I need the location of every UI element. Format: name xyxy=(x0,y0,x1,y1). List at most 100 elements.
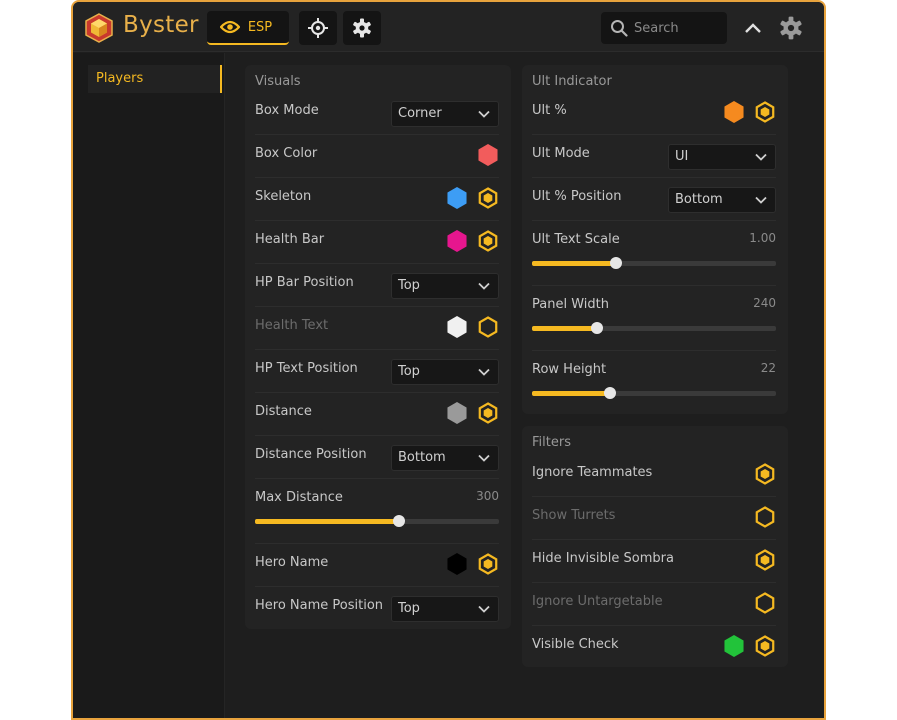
color-swatch[interactable] xyxy=(446,229,468,253)
search-box[interactable] xyxy=(601,12,727,44)
setting-row-ult-pct-position: Ult % Position Bottom xyxy=(532,178,776,221)
toggle-off-icon[interactable] xyxy=(754,591,776,615)
slider-fill xyxy=(532,261,617,266)
setting-label: Health Bar xyxy=(255,232,325,247)
search-input[interactable] xyxy=(634,20,722,36)
row-controls xyxy=(446,315,499,339)
setting-label: Panel Width xyxy=(532,297,609,312)
search-icon xyxy=(611,20,628,37)
dropdown-select[interactable]: Bottom xyxy=(391,445,499,471)
row-controls xyxy=(446,401,499,425)
toggle-on-icon[interactable] xyxy=(754,548,776,572)
setting-label: Ignore Untargetable xyxy=(532,594,663,609)
setting-row-row-height: Row Height 22 xyxy=(532,351,776,416)
toggle-on-icon[interactable] xyxy=(477,229,499,253)
dropdown-value: UI xyxy=(675,149,689,164)
visuals-title: Visuals xyxy=(255,74,301,89)
setting-row-ignore-teammates: Ignore Teammates xyxy=(532,454,776,497)
settings-gear-icon[interactable] xyxy=(779,16,803,40)
row-controls xyxy=(446,186,499,210)
tab-esp-label: ESP xyxy=(247,19,273,35)
slider-handle[interactable] xyxy=(604,387,617,399)
slider-handle[interactable] xyxy=(610,257,623,269)
setting-label: Health Text xyxy=(255,318,329,333)
setting-row-hero-name-position: Hero Name Position Top xyxy=(255,587,499,630)
setting-row-hero-name: Hero Name xyxy=(255,544,499,587)
dropdown-select[interactable]: UI xyxy=(668,144,776,170)
brand-name: Byster xyxy=(123,12,199,38)
slider-fill xyxy=(532,391,611,396)
setting-row-skeleton: Skeleton xyxy=(255,178,499,221)
slider-value: 22 xyxy=(760,361,776,375)
setting-label: Ult Text Scale xyxy=(532,232,620,247)
sidebar-item-players[interactable]: Players xyxy=(88,65,222,93)
slider-track[interactable] xyxy=(532,387,776,399)
slider-handle[interactable] xyxy=(392,515,405,527)
toggle-on-icon[interactable] xyxy=(754,634,776,658)
ult-indicator-panel: Ult Indicator Ult % Ult Mode UI Ult % Posit… xyxy=(522,65,788,414)
chevron-down-icon xyxy=(478,368,490,376)
setting-label: Hero Name xyxy=(255,555,329,570)
slider-track[interactable] xyxy=(255,515,499,527)
slider-handle[interactable] xyxy=(590,322,603,334)
slider-fill xyxy=(532,326,597,331)
chevron-down-icon xyxy=(478,282,490,290)
slider-track[interactable] xyxy=(532,322,776,334)
filters-title: Filters xyxy=(532,435,571,450)
setting-row-ult-pct: Ult % xyxy=(532,92,776,135)
setting-row-panel-width: Panel Width 240 xyxy=(532,286,776,351)
dropdown-select[interactable]: Top xyxy=(391,273,499,299)
setting-row-show-turrets: Show Turrets xyxy=(532,497,776,540)
setting-label: Ult % Position xyxy=(532,189,622,204)
row-controls xyxy=(754,548,776,572)
tab-aim[interactable] xyxy=(299,11,337,45)
row-controls xyxy=(446,552,499,576)
slider-value: 240 xyxy=(753,296,776,310)
toggle-off-icon[interactable] xyxy=(754,505,776,529)
color-swatch[interactable] xyxy=(477,143,499,167)
toggle-on-icon[interactable] xyxy=(754,100,776,124)
filters-panel: Filters Ignore Teammates Show Turrets Hide… xyxy=(522,426,788,667)
color-swatch[interactable] xyxy=(723,634,745,658)
setting-label: Distance xyxy=(255,404,312,419)
chevron-down-icon xyxy=(755,196,767,204)
dropdown-select[interactable]: Bottom xyxy=(668,187,776,213)
row-controls xyxy=(754,505,776,529)
tab-esp[interactable]: ESP xyxy=(207,11,289,45)
visuals-panel: Visuals Box Mode Corner Box Color Skeleton H… xyxy=(245,65,511,629)
dropdown-select[interactable]: Corner xyxy=(391,101,499,127)
title-bar: Byster ESP xyxy=(73,2,824,52)
crosshair-icon xyxy=(308,18,328,38)
slider-track[interactable] xyxy=(532,257,776,269)
toggle-on-icon[interactable] xyxy=(477,552,499,576)
toggle-on-icon[interactable] xyxy=(477,401,499,425)
setting-row-visible-check: Visible Check xyxy=(532,626,776,669)
setting-row-distance-position: Distance Position Bottom xyxy=(255,436,499,479)
setting-row-box-mode: Box Mode Corner xyxy=(255,92,499,135)
chevron-down-icon xyxy=(478,110,490,118)
setting-row-distance: Distance xyxy=(255,393,499,436)
tab-settings[interactable] xyxy=(343,11,381,45)
chevron-up-icon[interactable] xyxy=(743,18,763,38)
setting-label: Ult % xyxy=(532,103,567,118)
toggle-off-icon[interactable] xyxy=(477,315,499,339)
dropdown-select[interactable]: Top xyxy=(391,596,499,622)
color-swatch[interactable] xyxy=(446,401,468,425)
toggle-on-icon[interactable] xyxy=(477,186,499,210)
color-swatch[interactable] xyxy=(446,315,468,339)
toggle-on-icon[interactable] xyxy=(754,462,776,486)
setting-label: Hero Name Position xyxy=(255,598,384,613)
row-controls xyxy=(446,229,499,253)
setting-row-ult-text-scale: Ult Text Scale 1.00 xyxy=(532,221,776,286)
color-swatch[interactable] xyxy=(446,552,468,576)
color-swatch[interactable] xyxy=(446,186,468,210)
setting-row-hide-invisible-sombra: Hide Invisible Sombra xyxy=(532,540,776,583)
dropdown-select[interactable]: Top xyxy=(391,359,499,385)
ult-indicator-title: Ult Indicator xyxy=(532,74,612,89)
color-swatch[interactable] xyxy=(723,100,745,124)
slider-value: 1.00 xyxy=(749,231,776,245)
setting-row-max-distance: Max Distance 300 xyxy=(255,479,499,544)
setting-label: HP Text Position xyxy=(255,361,358,376)
app-window: Byster ESP Search Players Visuals Box Mo… xyxy=(71,0,826,720)
dropdown-value: Corner xyxy=(398,106,442,121)
